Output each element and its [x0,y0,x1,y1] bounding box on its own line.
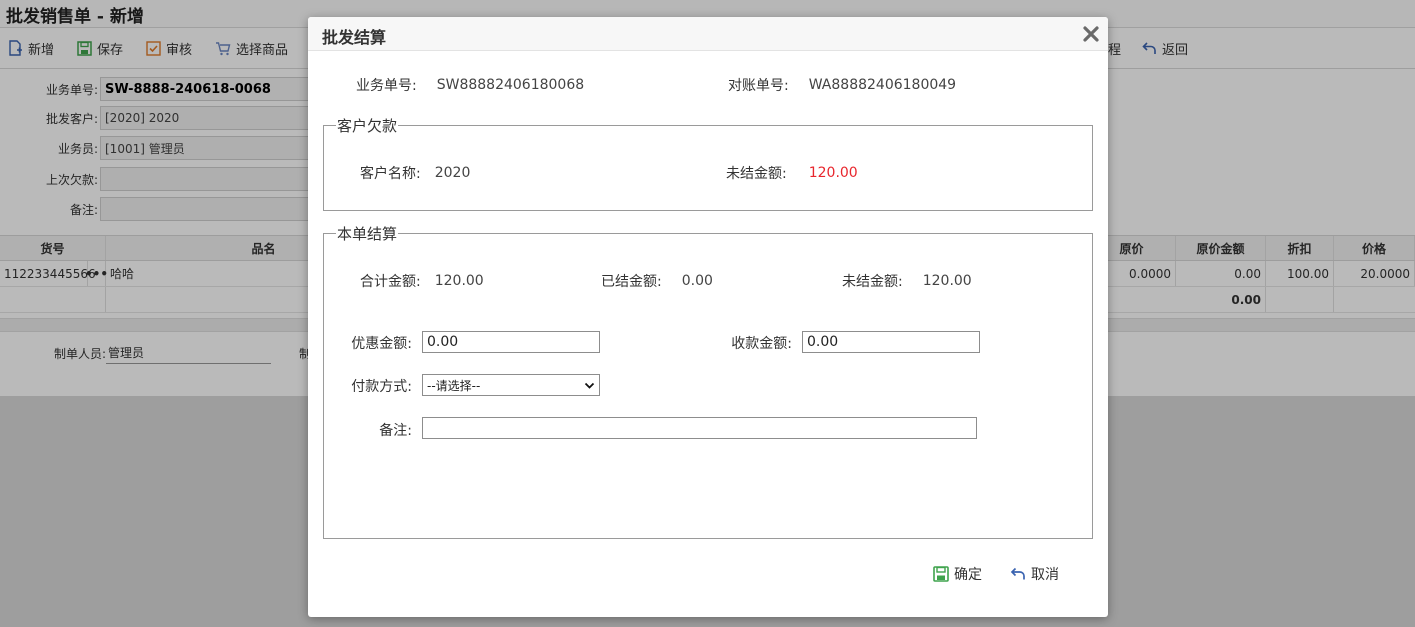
settled-amount-label: 已结金额: [601,274,662,290]
recon-no-value: WA88882406180049 [808,77,957,93]
biz-no-label: 业务单号: [356,78,417,94]
cancel-button[interactable]: 取消 [1010,564,1059,584]
debt-unsettled-value: 120.00 [808,165,858,181]
recon-no-label: 对账单号: [728,78,789,94]
order-settlement-legend: 本单结算 [337,225,398,243]
payment-method-label: 付款方式: [351,379,412,395]
settlement-dialog: 批发结算 业务单号: SW88882406180068 对账单号: WA8888… [308,17,1108,617]
undo-arrow-icon [1010,567,1025,580]
dialog-title: 批发结算 [322,28,387,47]
order-unsettled-value: 120.00 [922,273,972,289]
discount-amount-input[interactable] [422,331,600,353]
receive-amount-input[interactable] [802,331,980,353]
total-amount-row: 合计金额: 120.00 [360,271,484,291]
settle-remark-label: 备注: [379,423,412,439]
customer-debt-legend: 客户欠款 [337,117,398,135]
confirm-button[interactable]: 确定 [933,564,982,584]
close-icon[interactable] [1082,25,1100,43]
confirm-label: 确定 [954,567,982,583]
cancel-label: 取消 [1031,567,1059,583]
biz-no-row: 业务单号: SW88882406180068 [356,75,584,95]
customer-name-row: 客户名称: 2020 [360,163,470,183]
order-unsettled-row: 未结金额: 120.00 [842,271,972,291]
dialog-header: 批发结算 [308,17,1108,51]
total-amount-label: 合计金额: [360,274,421,290]
settled-amount-row: 已结金额: 0.00 [601,271,713,291]
debt-unsettled-label: 未结金额: [726,166,787,182]
payment-method-select[interactable]: --请选择-- [422,374,600,396]
payment-method-selected: --请选择-- [427,378,481,393]
discount-amount-label: 优惠金额: [351,336,412,352]
customer-name-value: 2020 [434,165,471,181]
receive-amount-label: 收款金额: [731,336,792,352]
recon-no-row: 对账单号: WA88882406180049 [728,75,956,95]
total-amount-value: 120.00 [434,273,484,289]
save-icon [933,566,949,582]
customer-name-label: 客户名称: [360,166,421,182]
settle-remark-input[interactable] [422,417,977,439]
debt-unsettled-row: 未结金额: 120.00 [726,163,858,183]
order-unsettled-label: 未结金额: [842,274,903,290]
biz-no-value: SW88882406180068 [436,77,585,93]
settled-amount-value: 0.00 [681,273,713,289]
chevron-down-icon [584,382,595,389]
